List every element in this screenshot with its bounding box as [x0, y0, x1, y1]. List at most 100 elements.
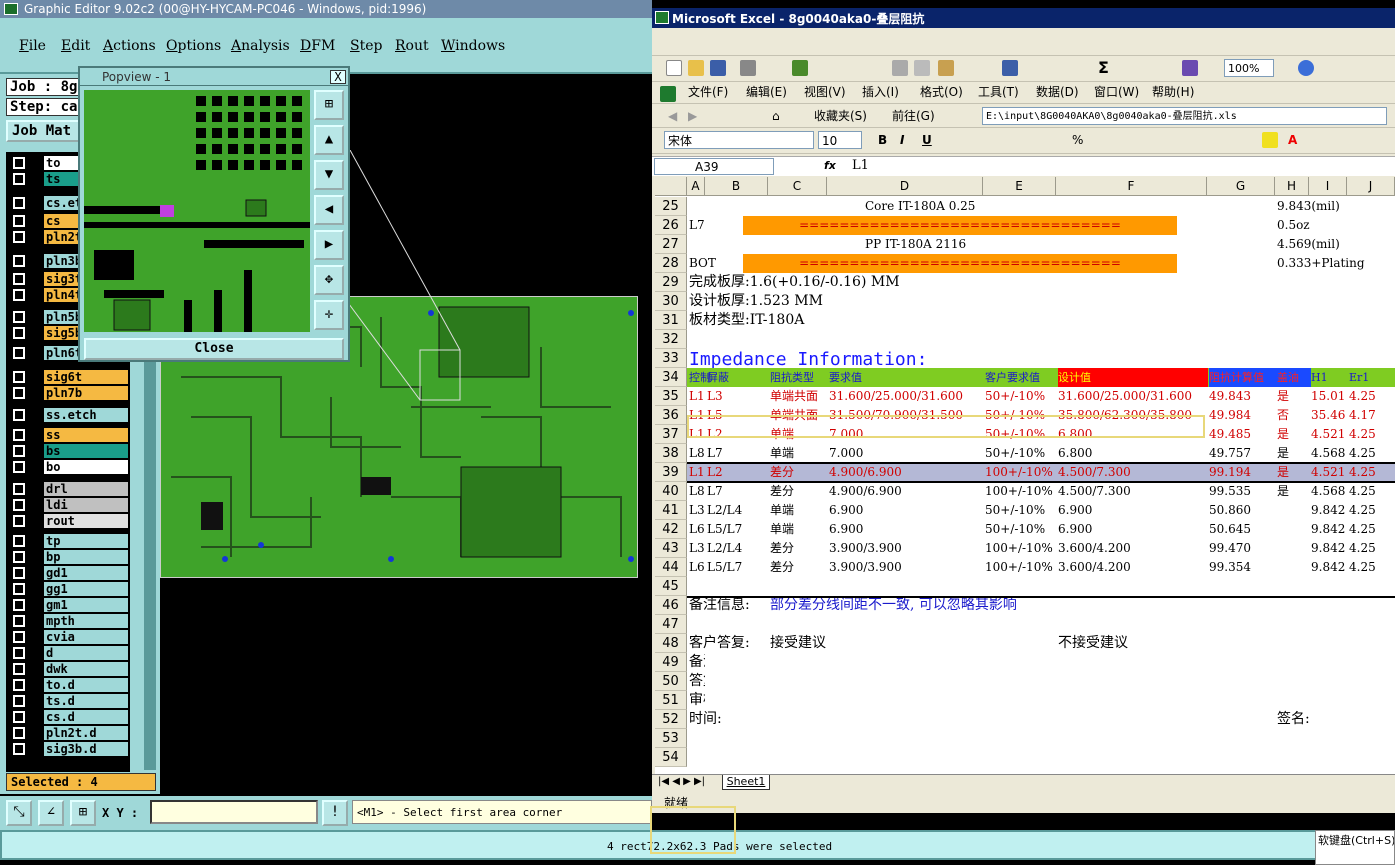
home-icon[interactable]: ⌂ — [772, 107, 780, 125]
layer-checkbox[interactable] — [13, 327, 25, 339]
layer-checkbox[interactable] — [13, 515, 25, 527]
cell-d35[interactable]: 31.600/25.000/31.600 — [829, 387, 983, 406]
sheet-row-27[interactable]: 27 PP IT-180A 2116 4.569(mil) — [655, 235, 1395, 254]
column-header-j[interactable]: J — [1347, 177, 1395, 196]
cell-bar26[interactable]: ================================ — [743, 216, 1177, 235]
column-header-e[interactable]: E — [983, 177, 1056, 196]
layer-checkbox[interactable] — [13, 647, 25, 659]
cell-f48[interactable]: 不接受建议 — [1058, 634, 1395, 653]
row-header[interactable]: 42 — [655, 520, 687, 539]
menu-format[interactable]: 格式(O) — [920, 83, 963, 101]
column-header-i[interactable]: I — [1309, 177, 1347, 196]
cell-e40[interactable]: 100+/-10% — [985, 482, 1056, 501]
column-header-f[interactable]: F — [1056, 177, 1207, 196]
tab-sheet1[interactable]: Sheet1 — [722, 775, 770, 790]
sheet-row-34[interactable]: 34 控制 屏蔽 阻抗类型 要求值 客户要求值 设计值 阻抗计算值 盖油 H1 Er1 — [655, 368, 1395, 387]
row-header[interactable]: 53 — [655, 729, 687, 748]
row-header[interactable]: 38 — [655, 444, 687, 463]
cell-g38[interactable]: 49.757 — [1209, 444, 1275, 463]
cell-c35[interactable]: 单端共面 — [770, 387, 827, 406]
sheet-row-37[interactable]: 37 L1 L2 单端 7.000 50+/-10% 6.800 49.485 是 4.521 4.… — [655, 425, 1395, 444]
sheet-row-31[interactable]: 31 板材类型:IT-180A — [655, 311, 1395, 330]
cell-d38[interactable]: 7.000 — [829, 444, 983, 463]
cell-i38[interactable]: 4.568 — [1311, 444, 1347, 463]
row-header[interactable]: 54 — [655, 748, 687, 767]
cell-d36[interactable]: 31.500/70.900/31.500 — [829, 406, 983, 425]
cell-b35[interactable]: L3 — [707, 387, 768, 406]
cell-g37[interactable]: 49.485 — [1209, 425, 1275, 444]
menu-options[interactable]: Options — [166, 38, 221, 54]
row-header[interactable]: 35 — [655, 387, 687, 406]
row-header[interactable]: 29 — [655, 273, 687, 292]
cell-h28[interactable]: 0.333+Plating — [1277, 254, 1395, 273]
cell-a41[interactable]: L3 — [689, 501, 705, 520]
row-header[interactable]: 47 — [655, 615, 687, 634]
cell-j36[interactable]: 4.17 — [1349, 406, 1395, 425]
menu-step[interactable]: Step — [350, 38, 382, 54]
layer-row-d[interactable]: d — [6, 646, 130, 660]
undo-icon[interactable] — [1002, 60, 1018, 76]
font-size-select[interactable]: 10 — [818, 131, 862, 149]
cell-g41[interactable]: 50.860 — [1209, 501, 1275, 520]
row-header[interactable]: 25 — [655, 197, 687, 216]
cell-e43[interactable]: 100+/-10% — [985, 539, 1056, 558]
menu-tools[interactable]: 工具(T) — [978, 83, 1019, 101]
copy-icon[interactable] — [914, 60, 930, 76]
info-icon[interactable]: ! — [322, 800, 348, 826]
row-header[interactable]: 39 — [655, 463, 687, 482]
cell-i35[interactable]: 15.01 — [1311, 387, 1347, 406]
cell-f34[interactable]: 设计值 — [1058, 368, 1208, 387]
layer-checkbox[interactable] — [13, 157, 25, 169]
cell-g35[interactable]: 49.843 — [1209, 387, 1275, 406]
layer-row-gm1[interactable]: gm1 — [6, 598, 130, 612]
cell-b44[interactable]: L5/L7 — [707, 558, 768, 577]
favorites-menu[interactable]: 收藏夹(S) — [814, 107, 867, 125]
cell-d42[interactable]: 6.900 — [829, 520, 983, 539]
menu-windows[interactable]: Windows — [441, 38, 505, 54]
layer-row-bs[interactable]: bs — [6, 444, 130, 458]
cell-i36[interactable]: 35.46 — [1311, 406, 1347, 425]
new-icon[interactable] — [666, 60, 682, 76]
cell-a42[interactable]: L6 — [689, 520, 705, 539]
layer-checkbox[interactable] — [13, 445, 25, 457]
layer-checkbox[interactable] — [13, 583, 25, 595]
layer-checkbox[interactable] — [13, 371, 25, 383]
layer-row-ss-etch[interactable]: ss.etch — [6, 408, 130, 422]
column-header-b[interactable]: B — [705, 177, 768, 196]
grid-icon[interactable]: ⊞ — [70, 800, 96, 826]
cell-c36[interactable]: 单端共面 — [770, 406, 827, 425]
layer-checkbox[interactable] — [13, 567, 25, 579]
row-header[interactable]: 44 — [655, 558, 687, 577]
row-header[interactable]: 40 — [655, 482, 687, 501]
cell-j34[interactable]: Er1 — [1349, 368, 1395, 387]
layer-row-ts-d[interactable]: ts.d — [6, 694, 130, 708]
sheet-row-28[interactable]: 28 BOT ================================ 0.3… — [655, 254, 1395, 273]
layer-row-gg1[interactable]: gg1 — [6, 582, 130, 596]
sheet-row-53[interactable]: 53 — [655, 729, 1395, 748]
address-field[interactable]: E:\input\8G0040AKA0\8g0040aka0-叠层阻抗.xls — [982, 107, 1387, 125]
layer-checkbox[interactable] — [13, 215, 25, 227]
cell-bar28[interactable]: ================================ — [743, 254, 1177, 273]
cell-a40[interactable]: L8 — [689, 482, 705, 501]
popview-pan-down-button[interactable]: ▼ — [314, 160, 344, 190]
cell-d41[interactable]: 6.900 — [829, 501, 983, 520]
popview-close-button[interactable]: Close — [84, 338, 344, 360]
column-header-d[interactable]: D — [827, 177, 983, 196]
cell-f37[interactable]: 6.800 — [1058, 425, 1207, 444]
cell-c44[interactable]: 差分 — [770, 558, 827, 577]
cell-d40[interactable]: 4.900/6.900 — [829, 482, 983, 501]
layer-checkbox[interactable] — [13, 429, 25, 441]
cell-j40[interactable]: 4.25 — [1349, 482, 1395, 501]
sheet-row-30[interactable]: 30 设计板厚:1.523 MM — [655, 292, 1395, 311]
goto-menu[interactable]: 前往(G) — [892, 107, 935, 125]
layer-checkbox[interactable] — [13, 695, 25, 707]
sheet-row-44[interactable]: 44 L6 L5/L7 差分 3.900/3.900 100+/-10% 3.600/4.2… — [655, 558, 1395, 577]
sheet-row-45[interactable]: 45 — [655, 577, 1395, 596]
cell-e42[interactable]: 50+/-10% — [985, 520, 1056, 539]
popview-center-button[interactable]: ✛ — [314, 300, 344, 330]
row-header[interactable]: 37 — [655, 425, 687, 444]
print-icon[interactable] — [740, 60, 756, 76]
cell-a50[interactable]: 答复: — [689, 672, 705, 691]
font-color-icon[interactable]: A — [1288, 131, 1297, 149]
layer-checkbox[interactable] — [13, 615, 25, 627]
